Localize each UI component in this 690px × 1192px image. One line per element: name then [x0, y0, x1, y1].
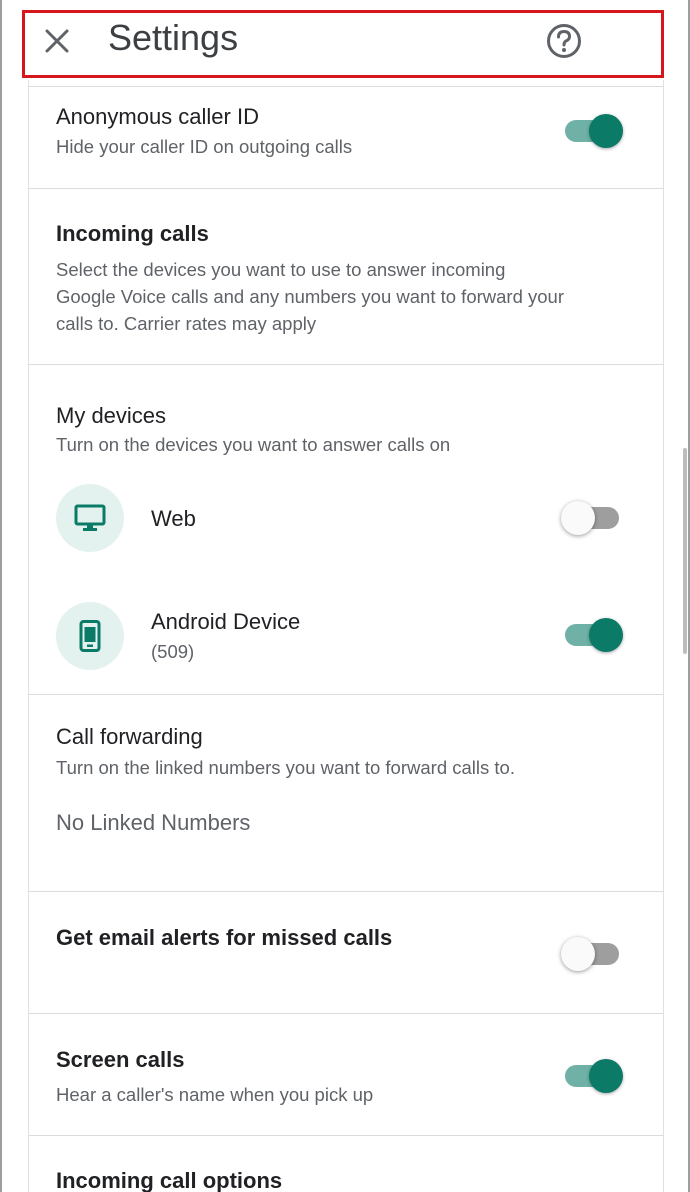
- settings-panel: Anonymous caller ID Hide your caller ID …: [28, 80, 664, 1192]
- toggle-thumb: [589, 618, 623, 652]
- web-device-toggle[interactable]: [561, 500, 623, 536]
- toggle-thumb: [589, 1059, 623, 1093]
- divider: [29, 188, 663, 189]
- settings-header: Settings: [22, 10, 664, 78]
- close-button[interactable]: [39, 23, 75, 59]
- window-border-left: [0, 0, 2, 1192]
- device-web-name: Web: [151, 506, 196, 531]
- screen-calls-subtitle: Hear a caller's name when you pick up: [56, 1084, 374, 1105]
- close-icon: [45, 29, 69, 53]
- incoming-call-options-title[interactable]: Incoming call options: [56, 1168, 282, 1192]
- my-devices-subtitle: Turn on the devices you want to answer c…: [56, 434, 451, 455]
- help-button[interactable]: [545, 22, 583, 60]
- anonymous-caller-id-toggle[interactable]: [561, 113, 623, 149]
- anonymous-caller-id-title: Anonymous caller ID: [56, 104, 259, 129]
- divider: [29, 1135, 663, 1136]
- toggle-thumb: [561, 501, 595, 535]
- email-alerts-title: Get email alerts for missed calls: [56, 925, 393, 950]
- email-alerts-toggle[interactable]: [561, 936, 623, 972]
- incoming-calls-description-line: Select the devices you want to use to an…: [56, 259, 506, 280]
- incoming-calls-description-line: calls to. Carrier rates may apply: [56, 313, 317, 334]
- scrollbar[interactable]: [683, 448, 687, 654]
- divider: [29, 891, 663, 892]
- incoming-calls-title: Incoming calls: [56, 221, 209, 246]
- call-forwarding-title: Call forwarding: [56, 724, 203, 749]
- web-device-icon-circle: [56, 484, 124, 552]
- anonymous-caller-id-subtitle: Hide your caller ID on outgoing calls: [56, 136, 353, 157]
- android-device-toggle[interactable]: [561, 617, 623, 653]
- incoming-calls-description-line: Google Voice calls and any numbers you w…: [56, 286, 565, 307]
- divider: [29, 86, 663, 87]
- monitor-icon: [74, 504, 106, 531]
- my-devices-title: My devices: [56, 403, 167, 428]
- divider: [29, 694, 663, 695]
- toggle-thumb: [561, 937, 595, 971]
- device-android-name: Android Device: [151, 609, 301, 634]
- toggle-thumb: [589, 114, 623, 148]
- screen-calls-title: Screen calls: [56, 1047, 185, 1072]
- call-forwarding-subtitle: Turn on the linked numbers you want to f…: [56, 757, 515, 778]
- device-android-number: (509): [151, 641, 195, 662]
- phone-icon: [79, 620, 101, 652]
- android-device-icon-circle: [56, 602, 124, 670]
- divider: [29, 1013, 663, 1014]
- screen-calls-toggle[interactable]: [561, 1058, 623, 1094]
- help-icon: [547, 24, 581, 58]
- page-title: Settings: [108, 17, 239, 58]
- divider: [29, 364, 663, 365]
- no-linked-numbers-text: No Linked Numbers: [56, 810, 251, 835]
